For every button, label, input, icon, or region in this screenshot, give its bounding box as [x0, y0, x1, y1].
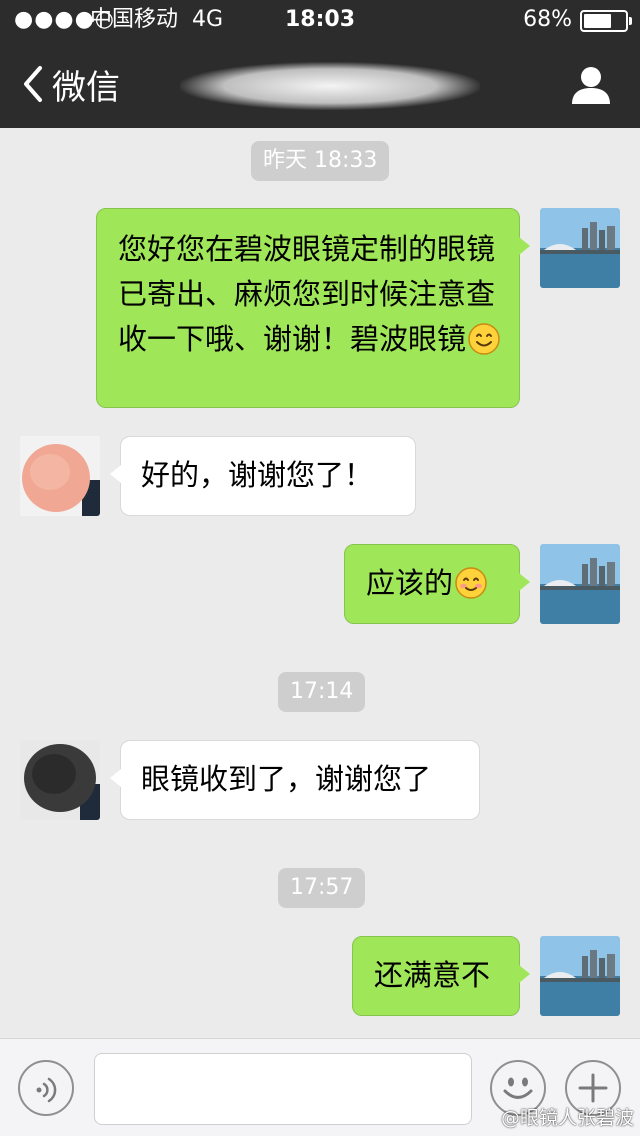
battery-percent: 68% [523, 7, 572, 32]
message-text: 好的，谢谢您了！ [141, 458, 374, 492]
timestamp-chip: 昨天 18:33 [251, 141, 390, 181]
battery-icon [580, 10, 632, 32]
navigation-bar: 微信 [0, 40, 640, 128]
message-text: 还满意不 [374, 958, 491, 992]
timestamp-chip: 17:14 [278, 672, 366, 712]
outgoing-message[interactable]: 应该的 [344, 544, 530, 624]
blush-emoji-icon [455, 567, 487, 599]
voice-button[interactable] [18, 1060, 74, 1116]
watermark: @眼镜人张碧波 [500, 1107, 634, 1129]
chat-info-button[interactable] [570, 64, 612, 106]
status-bar: ●●●●○ 中国移动 4G 18:03 68% [0, 0, 640, 40]
back-button[interactable]: 微信 [18, 60, 120, 108]
redaction-scribble [180, 62, 480, 110]
chat-messages[interactable]: 昨天 18:33 您好您在碧波眼镜定制的眼镜已寄出、麻烦您到时候注意查收一下哦、… [0, 128, 640, 1038]
battery-level-fill [584, 14, 611, 28]
timestamp-chip: 17:57 [278, 868, 366, 908]
incoming-message[interactable]: 眼镜收到了，谢谢您了 [110, 740, 480, 820]
my-avatar[interactable] [540, 544, 620, 624]
outgoing-message[interactable]: 还满意不 [352, 936, 530, 1016]
message-text: 应该的 [366, 566, 454, 600]
message-text: 您好您在碧波眼镜定制的眼镜已寄出、麻烦您到时候注意查收一下哦、谢谢！碧波眼镜 [118, 232, 496, 356]
person-icon [570, 67, 612, 110]
smile-emoji-icon [468, 323, 500, 355]
incoming-message[interactable]: 好的，谢谢您了！ [110, 436, 416, 516]
chevron-left-icon [18, 64, 50, 104]
voice-icon [20, 1077, 72, 1118]
my-avatar[interactable] [540, 208, 620, 288]
back-label: 微信 [52, 67, 120, 108]
chat-title-redacted [180, 62, 480, 110]
contact-avatar[interactable] [20, 436, 100, 516]
message-input[interactable] [94, 1053, 472, 1125]
contact-avatar[interactable] [20, 740, 100, 820]
message-text: 眼镜收到了，谢谢您了 [141, 762, 432, 796]
input-bar: @眼镜人张碧波 [0, 1038, 640, 1136]
top-bar: ●●●●○ 中国移动 4G 18:03 68% 微信 [0, 0, 640, 128]
my-avatar[interactable] [540, 936, 620, 1016]
outgoing-message[interactable]: 您好您在碧波眼镜定制的眼镜已寄出、麻烦您到时候注意查收一下哦、谢谢！碧波眼镜 [96, 208, 530, 408]
